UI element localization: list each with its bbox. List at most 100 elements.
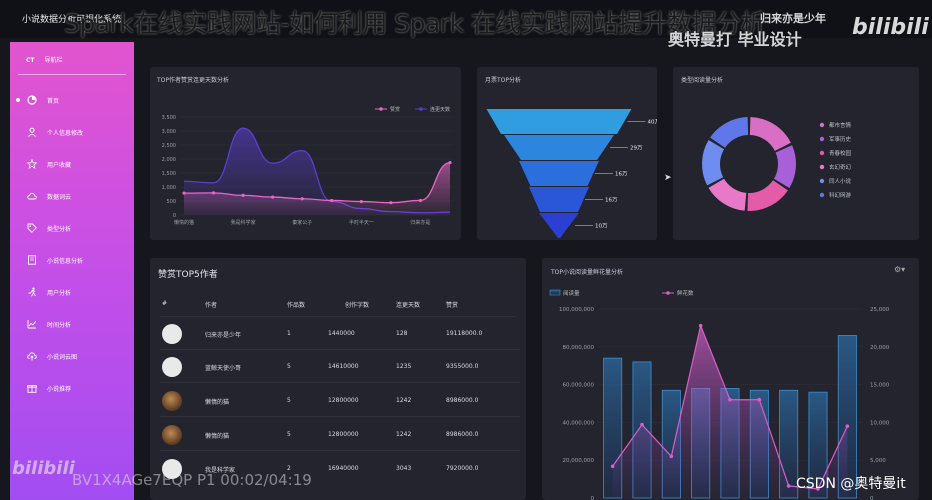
data-point bbox=[786, 484, 791, 488]
cell-words: 12800000 bbox=[328, 397, 359, 404]
legend-label: 阅读量 bbox=[563, 289, 580, 297]
funnel-label: 16万 bbox=[615, 171, 628, 178]
funnel-label: 10万 bbox=[595, 223, 608, 230]
cell-author: 归来亦是少年 bbox=[205, 332, 242, 339]
sidebar-item-favorites[interactable]: 用户收藏 bbox=[10, 154, 134, 174]
data-point bbox=[757, 397, 762, 402]
run-icon bbox=[28, 287, 36, 297]
donut-slice bbox=[702, 140, 725, 186]
legend-label: 同人小说 bbox=[829, 177, 852, 185]
data-point bbox=[669, 454, 674, 459]
bilibili-watermark: bilibili bbox=[12, 458, 75, 479]
legend-marker bbox=[419, 107, 423, 111]
dashboard-icon bbox=[27, 95, 37, 105]
col-reward: 赞赏 bbox=[446, 302, 459, 309]
sidebar-item-home[interactable]: 首页 bbox=[10, 90, 134, 110]
cell-words: 16940000 bbox=[328, 465, 359, 472]
cell-works: 1 bbox=[287, 330, 291, 337]
sidebar: CT 导航栏 首页 个人信息修改 用户收藏 数据词云 类型分析 小说信息分析 用户… bbox=[10, 42, 134, 500]
sidebar-item-novels[interactable]: 小说信息分析 bbox=[10, 250, 134, 270]
avatar bbox=[162, 324, 182, 344]
y-left-tick-label: 20,000,000 bbox=[563, 458, 595, 464]
active-dot bbox=[16, 98, 20, 102]
data-point bbox=[845, 424, 850, 428]
header-divider bbox=[160, 316, 516, 317]
y-left-tick-label: 80,000,000 bbox=[563, 345, 595, 351]
sidebar-item-wordcloud[interactable]: 数据词云 bbox=[10, 186, 134, 206]
promo-tagline: 归来亦是少年 bbox=[760, 12, 826, 25]
bilibili-logo: bilibili bbox=[852, 15, 929, 40]
legend-label: 军事历史 bbox=[829, 135, 852, 143]
avatar bbox=[162, 357, 182, 377]
table-row[interactable]: 蓝鲸天使小哥 5 14610000 1235 9355000.0 bbox=[150, 351, 530, 383]
data-point bbox=[610, 464, 615, 469]
avatar bbox=[162, 391, 182, 411]
y-tick-label: 0 bbox=[173, 213, 176, 219]
sidebar-item-time[interactable]: 时间分析 bbox=[10, 314, 134, 334]
promo-text: 奥特曼打 毕业设计 bbox=[668, 30, 802, 49]
sidebar-item-types[interactable]: 类型分析 bbox=[10, 218, 134, 238]
table-row[interactable]: 懒惰的猫 5 12800000 1242 8986000.0 bbox=[150, 419, 530, 451]
sidebar-item-profile[interactable]: 个人信息修改 bbox=[10, 122, 134, 142]
sidebar-item-novel-cloud[interactable]: 小说词云图 bbox=[10, 346, 134, 366]
cell-reward: 8986000.0 bbox=[446, 431, 479, 438]
csdn-watermark: CSDN @奥特曼it bbox=[796, 476, 906, 492]
data-point bbox=[241, 193, 245, 197]
col-index: # bbox=[162, 300, 168, 307]
x-tick-label: 秦家公子 bbox=[292, 219, 312, 226]
video-watermark: BV1X4AGe7EQP P1 00:02/04:19 bbox=[72, 471, 312, 489]
data-point bbox=[389, 201, 393, 205]
y-tick-label: 3,000 bbox=[162, 129, 176, 135]
legend-label: 科幻网游 bbox=[829, 191, 852, 199]
x-tick-label: 归来亦是 bbox=[410, 219, 430, 226]
sidebar-divider bbox=[18, 74, 126, 75]
legend-label: 玄幻奇幻 bbox=[829, 163, 852, 171]
sidebar-item-users[interactable]: 用户分析 bbox=[10, 282, 134, 302]
funnel-label: 29万 bbox=[630, 145, 643, 152]
row-divider bbox=[160, 349, 520, 350]
cell-author: 蓝鲸天使小哥 bbox=[205, 365, 242, 372]
y-right-tick-label: 5,000 bbox=[870, 458, 886, 464]
row-divider bbox=[160, 382, 520, 383]
x-tick-label: 半时半天一 bbox=[349, 219, 374, 226]
cloud-icon bbox=[27, 192, 37, 200]
funnel-segment bbox=[529, 187, 589, 212]
legend-marker bbox=[819, 164, 825, 170]
cell-days: 128 bbox=[396, 330, 408, 337]
donut-chart: 都市言情军事历史青春校园玄幻奇幻同人小说科幻网游 bbox=[702, 117, 852, 211]
cell-works: 5 bbox=[287, 431, 291, 438]
funnel-segment bbox=[504, 135, 614, 160]
funnel-card: 月票TOP分析 40万29万16万16万10万 bbox=[477, 67, 657, 240]
cell-days: 1242 bbox=[396, 397, 412, 404]
funnel-label: 40万 bbox=[648, 119, 658, 126]
sidebar-brand[interactable]: CT 导航栏 bbox=[26, 55, 63, 64]
data-point bbox=[418, 198, 423, 203]
data-point bbox=[728, 397, 732, 402]
y-tick-label: 3,500 bbox=[162, 115, 176, 121]
y-right-tick-label: 20,000 bbox=[870, 345, 890, 351]
funnel-segment bbox=[519, 161, 599, 186]
col-days: 连更天数 bbox=[396, 302, 421, 309]
cell-days: 3043 bbox=[396, 465, 412, 472]
gift-icon bbox=[27, 385, 37, 393]
legend-marker bbox=[666, 291, 670, 295]
cell-reward: 9355000.0 bbox=[446, 363, 479, 370]
table-row[interactable]: 归来亦是少年 1 1440000 128 19118000.0 bbox=[150, 318, 530, 350]
funnel-segment bbox=[486, 109, 632, 134]
data-point bbox=[271, 195, 275, 199]
y-left-tick-label: 100,000,000 bbox=[559, 307, 594, 313]
cloud-upload-icon bbox=[27, 352, 37, 361]
data-point bbox=[182, 191, 186, 195]
legend-label: 连更天数 bbox=[430, 106, 450, 113]
y-left-tick-label: 0 bbox=[591, 496, 595, 500]
donut-slice bbox=[773, 145, 796, 188]
legend-marker bbox=[819, 150, 825, 156]
donut-slice bbox=[710, 117, 749, 148]
sidebar-item-recommend[interactable]: 小说推荐 bbox=[10, 378, 134, 398]
top-author-card: TOP作者赞赏连更天数分析 0 500 1,000 1,500 2,000 2,500 3,… bbox=[150, 67, 461, 240]
reading-card: TOP小说阅读量鲜花量分析 ⚙▾ 0 0 20,000,000 5,000 40,000… bbox=[542, 258, 919, 500]
row-divider bbox=[160, 450, 520, 451]
table-row[interactable]: 懒惰的猫 5 12800000 1242 8986000.0 bbox=[150, 385, 530, 417]
chart-icon bbox=[27, 320, 37, 329]
cell-works: 5 bbox=[287, 397, 291, 404]
